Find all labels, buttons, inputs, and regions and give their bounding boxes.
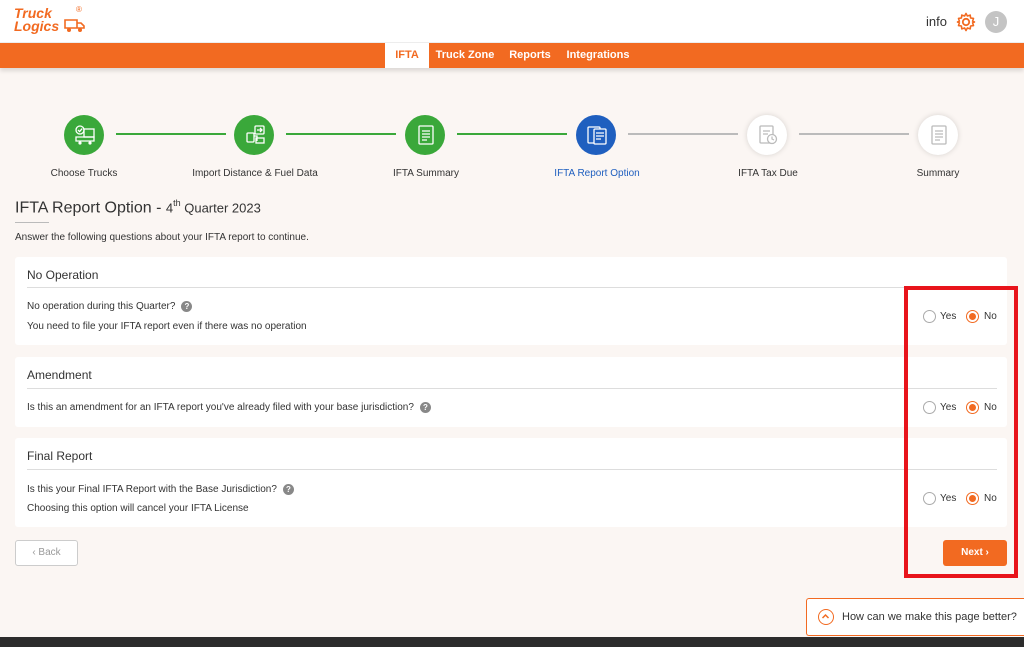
step-connector — [116, 133, 226, 135]
step-import-data[interactable] — [234, 115, 274, 155]
info-link[interactable]: info — [926, 14, 947, 29]
step-label: Choose Trucks — [50, 168, 118, 179]
nav-item-reports[interactable]: Reports — [505, 43, 555, 68]
chevron-up-icon — [818, 609, 834, 625]
gear-icon[interactable] — [956, 12, 976, 32]
main-nav: IFTA Truck Zone Reports Integrations — [0, 43, 1024, 68]
page-title: IFTA Report Option - 4th Quarter 2023 — [15, 198, 261, 217]
back-button[interactable]: ‹ Back — [15, 540, 78, 566]
nav-item-ifta[interactable]: IFTA — [385, 43, 429, 68]
step-connector — [457, 133, 567, 135]
feedback-prompt: How can we make this page better? — [842, 611, 1017, 623]
section-divider — [27, 469, 997, 470]
step-choose-trucks[interactable] — [64, 115, 104, 155]
summary-document-icon — [931, 125, 947, 145]
step-label: Import Distance & Fuel Data — [192, 168, 318, 179]
user-avatar[interactable]: J — [985, 11, 1007, 33]
truck-check-icon — [75, 125, 95, 145]
step-ifta-summary[interactable] — [405, 115, 445, 155]
registered-mark: ® — [76, 5, 82, 14]
page-instructions: Answer the following questions about you… — [15, 232, 309, 243]
section-amendment: Amendment Is this an amendment for an IF… — [15, 357, 1007, 427]
question-amendment: Is this an amendment for an IFTA report … — [27, 402, 431, 413]
step-connector — [286, 133, 396, 135]
highlight-box — [904, 286, 1018, 578]
question-final-report: Is this your Final IFTA Report with the … — [27, 484, 294, 495]
step-connector — [799, 133, 909, 135]
question-note: You need to file your IFTA report even i… — [27, 321, 307, 332]
footer-bar — [0, 637, 1024, 647]
question-note: Choosing this option will cancel your IF… — [27, 503, 249, 514]
feedback-widget[interactable]: How can we make this page better? — [806, 598, 1024, 636]
step-ifta-report-option[interactable] — [576, 115, 616, 155]
report-options-icon — [587, 126, 607, 145]
truck-icon — [64, 19, 85, 32]
question-no-operation: No operation during this Quarter?? — [27, 301, 193, 312]
section-title: Final Report — [27, 449, 93, 463]
step-label: IFTA Tax Due — [738, 168, 798, 179]
step-ifta-tax-due[interactable] — [747, 115, 787, 155]
fuel-import-icon — [246, 125, 265, 144]
section-divider — [27, 287, 997, 288]
step-summary[interactable] — [918, 115, 958, 155]
step-label: Summary — [916, 168, 960, 179]
help-icon[interactable]: ? — [181, 301, 193, 312]
truck-logics-logo[interactable]: Truck Logics ® — [14, 5, 86, 39]
title-underline — [15, 222, 49, 223]
step-label: IFTA Report Option — [554, 168, 640, 179]
ifta-document-icon — [418, 125, 434, 145]
section-divider — [27, 388, 997, 389]
tax-clock-icon — [759, 125, 778, 145]
help-icon[interactable]: ? — [282, 484, 294, 495]
step-connector — [628, 133, 738, 135]
top-bar: Truck Logics ® info J — [0, 0, 1024, 43]
section-final-report: Final Report Is this your Final IFTA Rep… — [15, 438, 1007, 527]
section-title: No Operation — [27, 268, 99, 282]
nav-item-integrations[interactable]: Integrations — [563, 43, 633, 68]
help-icon[interactable]: ? — [419, 402, 431, 413]
section-no-operation: No Operation No operation during this Qu… — [15, 257, 1007, 345]
logo-wordmark: Truck Logics — [14, 5, 60, 34]
nav-item-truck-zone[interactable]: Truck Zone — [433, 43, 497, 68]
step-label: IFTA Summary — [393, 168, 459, 179]
section-title: Amendment — [27, 368, 92, 382]
